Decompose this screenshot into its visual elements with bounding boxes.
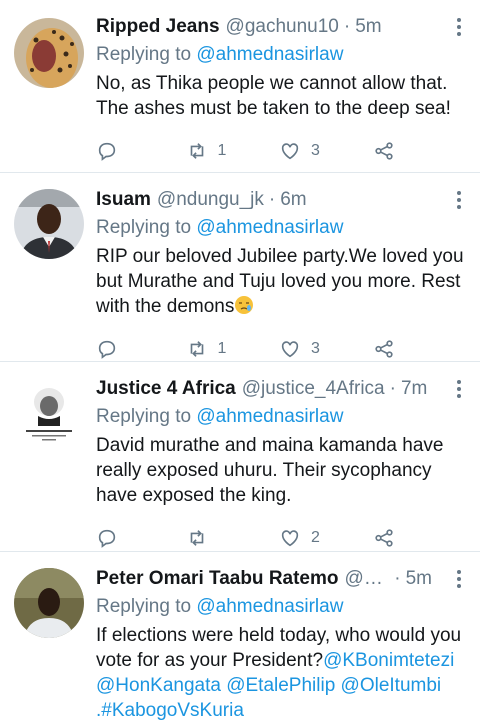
more-vertical-icon[interactable]: [456, 570, 462, 590]
tweet-header: Justice 4 Africa @justice_4Africa · 7m: [96, 376, 466, 402]
tweet-text: No, as Thika people we cannot allow that…: [96, 73, 451, 119]
heart-icon: [281, 143, 299, 160]
heart-icon: [281, 341, 299, 358]
tweet-text: If elections were held today, who would …: [96, 623, 466, 723]
retweet-button[interactable]: 1: [186, 338, 280, 360]
tweet-text-body: RIP our beloved Jubilee party.We loved y…: [96, 246, 464, 317]
tweet-time[interactable]: 5m: [355, 14, 381, 40]
share-icon: [374, 529, 393, 547]
tweet-card[interactable]: Justice 4 Africa @justice_4Africa · 7m R…: [0, 362, 480, 552]
reply-icon: [98, 340, 116, 359]
like-button[interactable]: 3: [279, 338, 373, 360]
tweet-card[interactable]: Isuam @ndungu_jk · 6m Replying to @ahmed…: [0, 173, 480, 362]
author-name[interactable]: Isuam: [96, 187, 151, 213]
tweet-header: Ripped Jeans @gachunu10 · 5m: [96, 14, 466, 40]
author-handle[interactable]: @Peter...: [345, 566, 390, 592]
replying-to: Replying to @ahmednasirlaw: [96, 42, 466, 68]
tweet-time[interactable]: 6m: [280, 187, 306, 213]
separator-dot: ·: [394, 568, 401, 589]
avatar[interactable]: [20, 380, 78, 444]
tweet-text: RIP our beloved Jubilee party.We loved y…: [96, 244, 466, 319]
tweet-time[interactable]: 5m: [406, 566, 432, 592]
replying-prefix: Replying to: [96, 406, 197, 427]
avatar[interactable]: [14, 568, 84, 638]
retweet-icon: [190, 341, 203, 357]
avatar[interactable]: [14, 18, 84, 88]
replying-prefix: Replying to: [96, 217, 197, 238]
mention-link[interactable]: @ahmednasirlaw: [196, 217, 343, 238]
avatar[interactable]: [14, 189, 84, 259]
mention-link[interactable]: @ahmednasirlaw: [196, 596, 343, 617]
more-vertical-icon[interactable]: [456, 191, 462, 211]
avatar-portrait-quote-image: [20, 380, 78, 444]
mention-link[interactable]: @ahmednasirlaw: [196, 406, 343, 427]
retweet-icon: [190, 530, 203, 546]
like-count: 2: [311, 529, 320, 546]
replying-to: Replying to @ahmednasirlaw: [96, 215, 466, 241]
replying-to: Replying to @ahmednasirlaw: [96, 404, 466, 430]
reply-button[interactable]: [96, 140, 190, 162]
tweet-time[interactable]: 7m: [401, 376, 427, 402]
share-icon: [374, 340, 393, 358]
reply-button[interactable]: [96, 527, 190, 549]
share-icon: [374, 142, 393, 160]
more-vertical-icon[interactable]: [456, 380, 462, 400]
author-handle[interactable]: @justice_4Africa: [242, 376, 385, 402]
author-handle[interactable]: @ndungu_jk: [157, 187, 264, 213]
retweet-icon: [190, 143, 203, 159]
sleepy-face-emoji-icon: [235, 296, 254, 314]
replying-to: Replying to @ahmednasirlaw: [96, 594, 466, 620]
replying-prefix: Replying to: [96, 44, 197, 65]
share-button[interactable]: [373, 140, 467, 162]
tweet-header: Peter Omari Taabu Ratemo @Peter... · 5m: [96, 566, 466, 592]
replying-prefix: Replying to: [96, 596, 197, 617]
tweet-actions: 1 3: [96, 127, 466, 175]
avatar-man-outdoors-image: [14, 568, 84, 638]
separator-dot: ·: [268, 189, 276, 210]
like-button[interactable]: 3: [279, 140, 373, 162]
tweet-text: David murathe and maina kamanda have rea…: [96, 435, 444, 506]
author-handle[interactable]: @gachunu10: [226, 14, 339, 40]
share-button[interactable]: [373, 338, 467, 360]
retweet-button[interactable]: [186, 527, 280, 549]
share-button[interactable]: [373, 527, 467, 549]
author-name[interactable]: Peter Omari Taabu Ratemo: [96, 566, 339, 592]
like-count: 3: [311, 142, 320, 159]
retweet-count: 1: [217, 142, 227, 159]
like-button[interactable]: 2: [279, 527, 373, 549]
more-vertical-icon[interactable]: [456, 18, 462, 38]
separator-dot: ·: [389, 378, 396, 399]
heart-icon: [281, 530, 299, 547]
like-count: 3: [311, 340, 320, 357]
reply-button[interactable]: [96, 338, 190, 360]
avatar-man-in-suit-image: [14, 189, 84, 259]
author-name[interactable]: Ripped Jeans: [96, 14, 220, 40]
tweet-card[interactable]: Ripped Jeans @gachunu10 · 5m Replying to…: [0, 0, 480, 173]
reply-icon: [98, 529, 116, 548]
avatar-leopard-image: [14, 18, 84, 88]
separator-dot: ·: [343, 16, 351, 37]
retweet-count: 1: [217, 340, 227, 357]
reply-icon: [98, 142, 116, 161]
retweet-button[interactable]: 1: [186, 140, 280, 162]
mention-link[interactable]: @ahmednasirlaw: [196, 44, 343, 65]
tweet-card[interactable]: Peter Omari Taabu Ratemo @Peter... · 5m …: [0, 552, 480, 723]
tweet-header: Isuam @ndungu_jk · 6m: [96, 187, 466, 213]
author-name[interactable]: Justice 4 Africa: [96, 376, 236, 402]
